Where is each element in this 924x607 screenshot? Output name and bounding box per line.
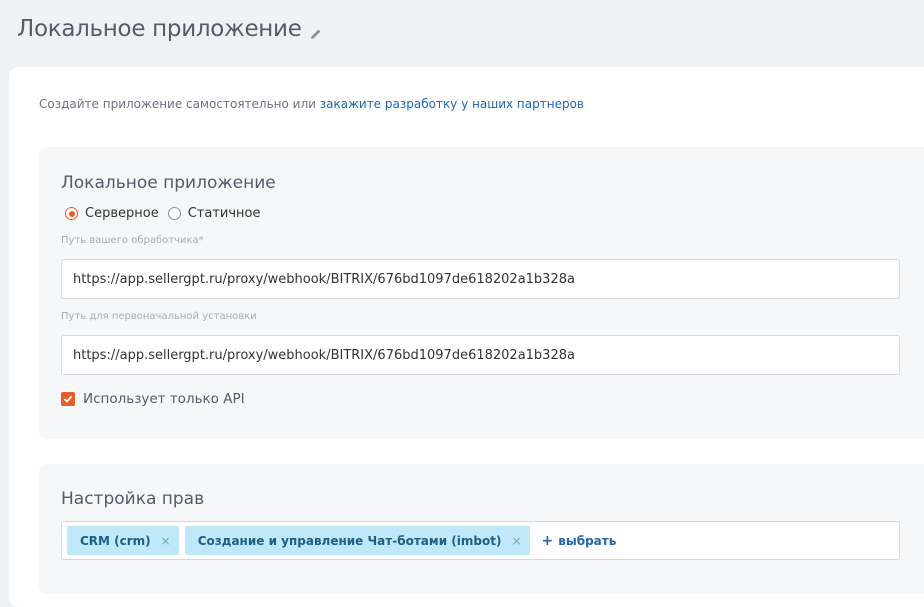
api-only-label: Использует только API	[83, 391, 245, 407]
rights-panel: Настройка прав CRM (crm) × Создание и уп…	[39, 464, 924, 594]
scope-tag-crm: CRM (crm) ×	[67, 526, 179, 555]
add-scope-label: выбрать	[558, 533, 617, 548]
intro-prefix: Создайте приложение самостоятельно или	[39, 97, 320, 111]
install-path-label: Путь для первоначальной установки	[61, 311, 257, 322]
radio-server[interactable]: Серверное	[65, 206, 159, 221]
main-card: Создайте приложение самостоятельно или з…	[9, 67, 924, 607]
install-path-input[interactable]	[61, 335, 900, 375]
pencil-icon[interactable]	[310, 25, 322, 39]
radio-static[interactable]: Статичное	[167, 206, 261, 221]
local-app-title: Локальное приложение	[61, 173, 276, 193]
radio-server-label: Серверное	[85, 206, 159, 221]
radio-static-indicator[interactable]	[167, 207, 181, 220]
scope-tag-label: CRM (crm)	[80, 533, 151, 548]
app-type-radio-group: Серверное Статичное	[65, 206, 269, 221]
checkmark-icon	[63, 395, 73, 403]
add-scope-button[interactable]: + выбрать	[542, 533, 617, 549]
api-only-checkbox[interactable]	[61, 392, 75, 406]
radio-server-indicator[interactable]	[65, 207, 78, 220]
local-app-panel: Локальное приложение Серверное Статичное…	[39, 147, 924, 439]
close-icon[interactable]: ×	[161, 534, 171, 548]
radio-static-label: Статичное	[187, 206, 261, 221]
handler-path-label: Путь вашего обработчика*	[61, 235, 204, 246]
rights-title: Настройка прав	[61, 489, 205, 509]
api-only-checkbox-row[interactable]: Использует только API	[61, 391, 245, 407]
scope-tag-label: Создание и управление Чат-ботами (imbot)	[197, 533, 502, 548]
plus-icon: +	[541, 532, 554, 549]
close-icon[interactable]: ×	[511, 534, 521, 548]
intro-text: Создайте приложение самостоятельно или з…	[39, 97, 584, 111]
scope-tag-imbot: Создание и управление Чат-ботами (imbot)…	[184, 526, 530, 555]
page-title: Локальное приложение	[17, 16, 302, 42]
handler-path-input[interactable]	[61, 259, 900, 299]
scope-selector[interactable]: CRM (crm) × Создание и управление Чат-бо…	[61, 521, 900, 560]
order-development-link[interactable]: закажите разработку у наших партнеров	[320, 97, 584, 111]
page-header: Локальное приложение	[17, 16, 322, 42]
